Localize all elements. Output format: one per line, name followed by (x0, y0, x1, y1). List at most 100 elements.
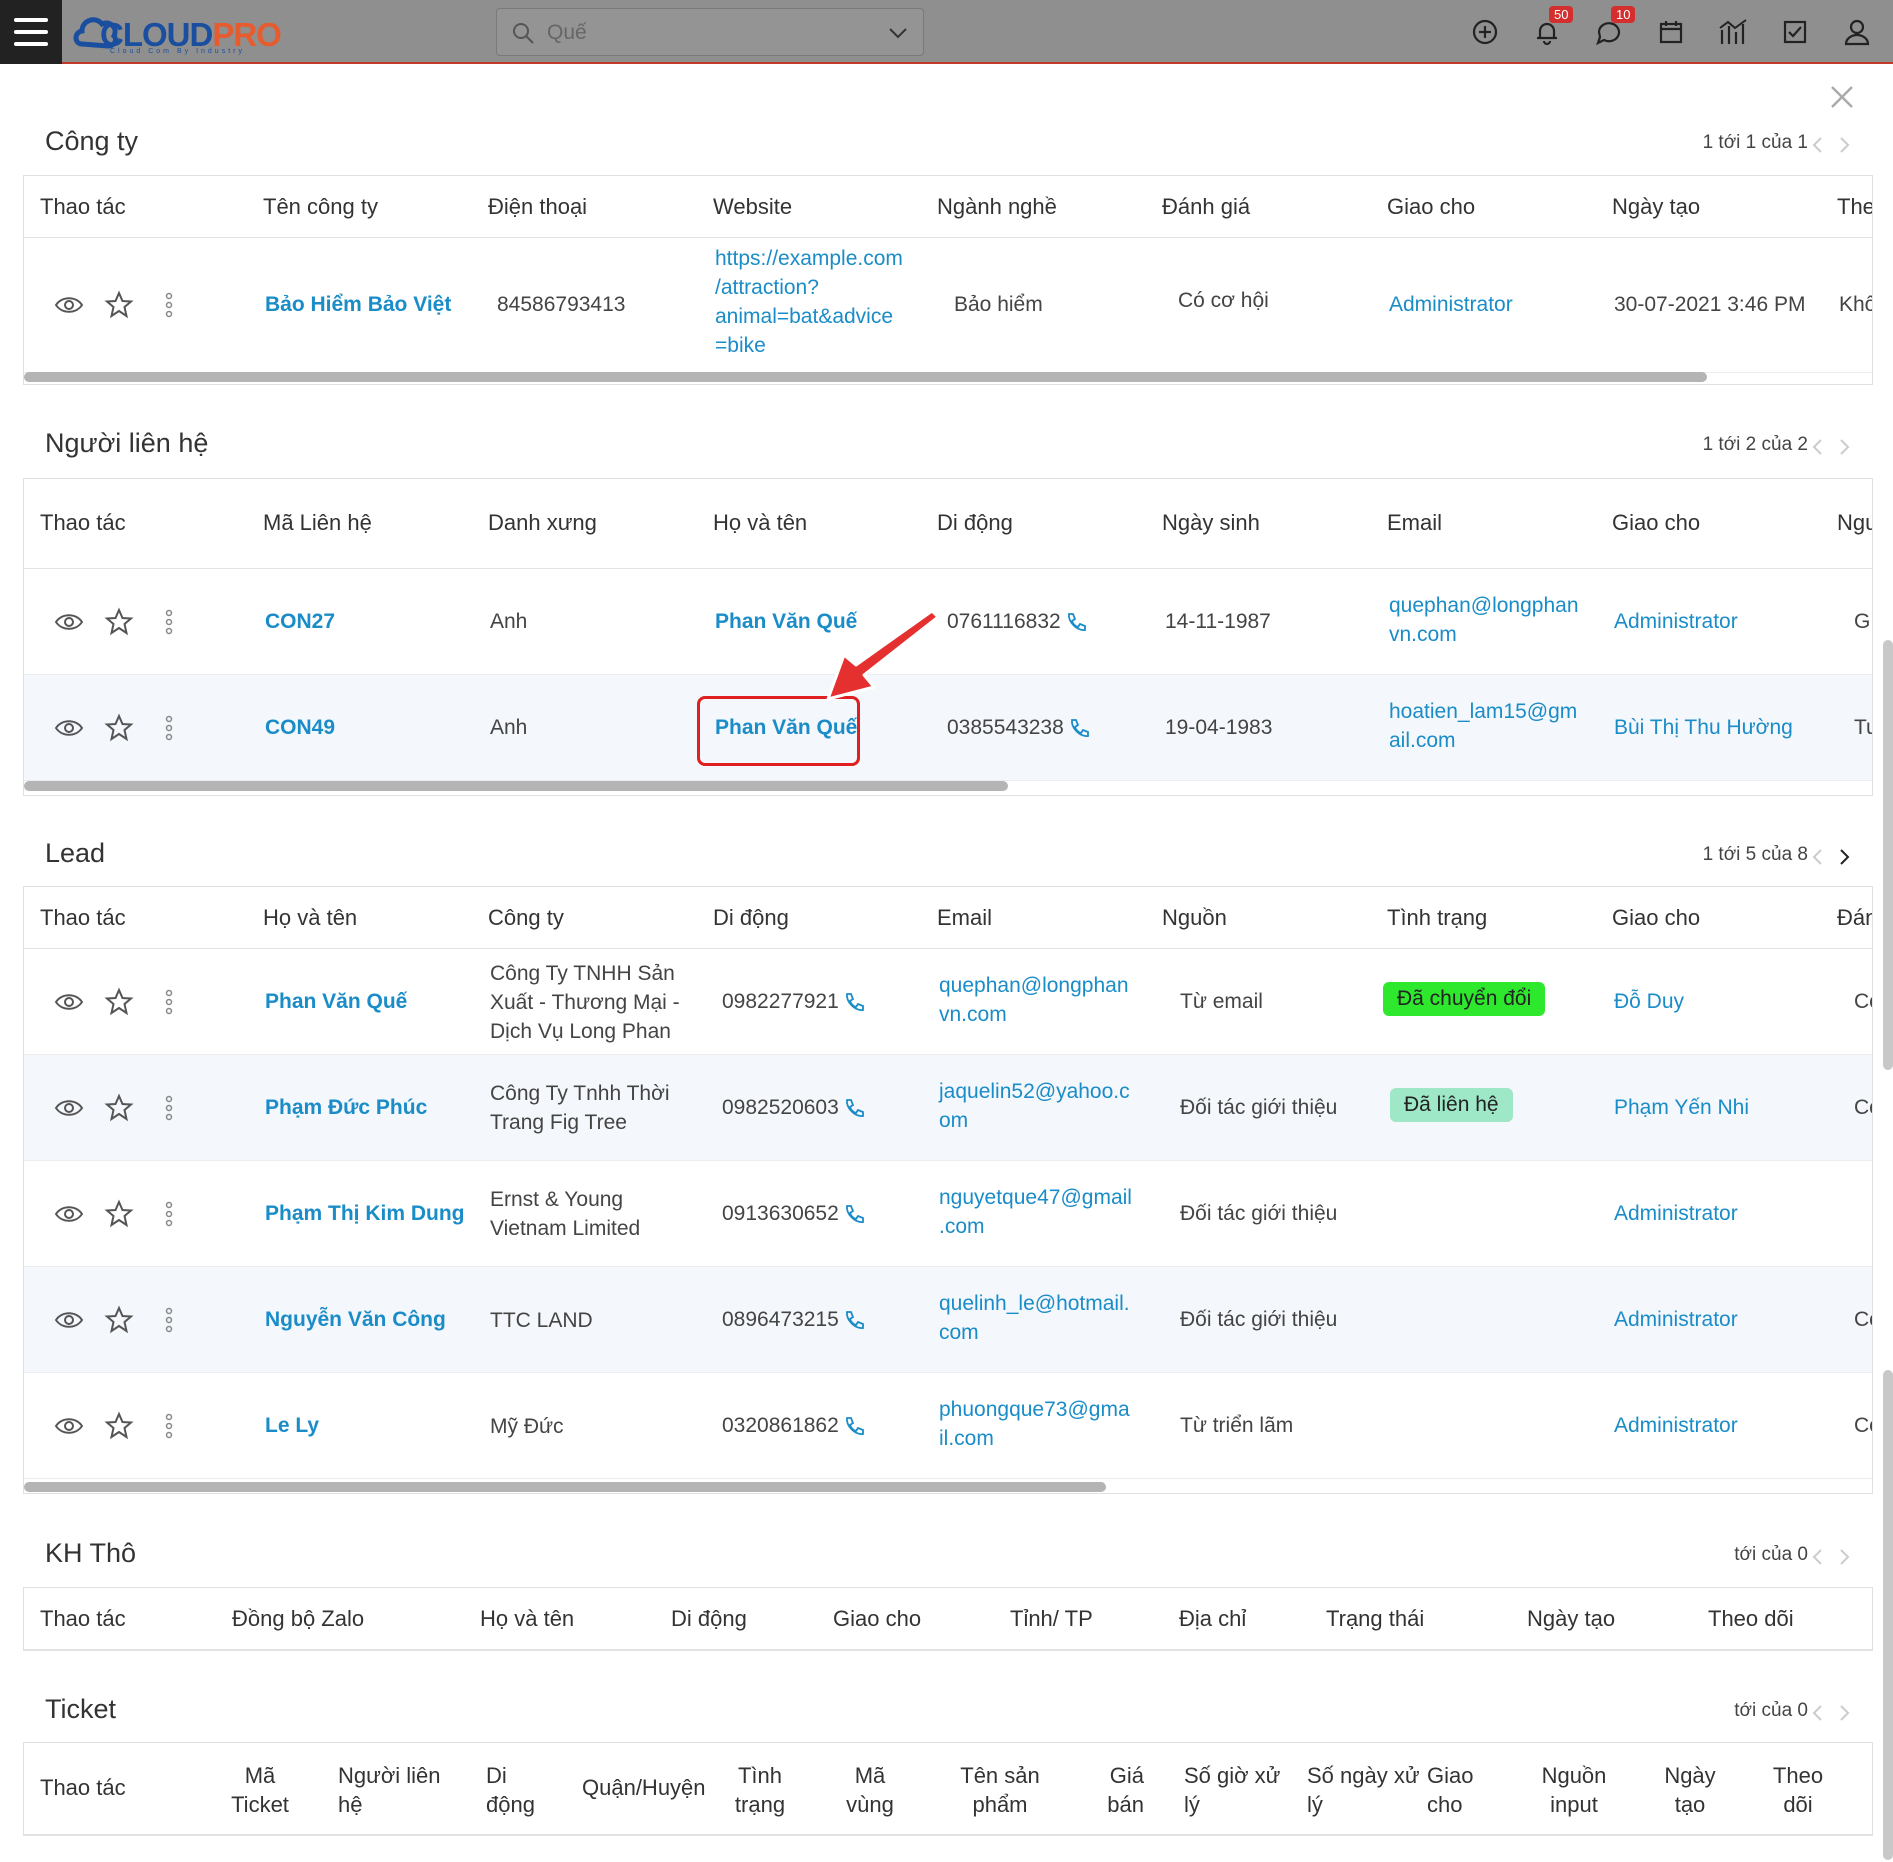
assigned-user-link[interactable]: Administrator (1389, 290, 1513, 319)
star-icon[interactable] (104, 1411, 134, 1441)
eye-icon[interactable] (54, 987, 84, 1017)
eye-icon[interactable] (54, 607, 84, 637)
bell-icon[interactable]: 50 (1527, 6, 1574, 52)
contact-email-link[interactable]: hoatien_lam15@gm ail.com (1389, 697, 1577, 755)
col-header[interactable]: Theo dõi (1708, 1606, 1794, 1632)
assigned-user-link[interactable]: Administrator (1614, 1305, 1738, 1334)
col-header[interactable]: Địa chỉ (1179, 1606, 1246, 1632)
col-header[interactable]: Họ và tên (713, 510, 807, 536)
lead-email-link[interactable]: nguyetque47@gmail .com (939, 1183, 1132, 1241)
col-header[interactable]: Di động (671, 1606, 747, 1632)
lead-email-link[interactable]: phuongque73@gma il.com (939, 1395, 1130, 1453)
more-vertical-icon[interactable] (154, 1411, 184, 1441)
assigned-user-link[interactable]: Phạm Yến Nhi (1614, 1093, 1749, 1122)
user-icon[interactable] (1837, 12, 1877, 52)
col-header[interactable]: Đồng bộ Zalo (232, 1606, 364, 1632)
col-header[interactable]: Tên sản phẩm (945, 1761, 1055, 1819)
vertical-scrollbar[interactable] (1883, 640, 1893, 1070)
pager-arrows-leads[interactable] (1809, 846, 1853, 868)
col-header[interactable]: Người liên hệ (338, 1761, 448, 1819)
col-header[interactable]: Nguồn input (1534, 1761, 1614, 1819)
col-header[interactable]: Giao cho (1612, 905, 1700, 931)
assigned-user-link[interactable]: Administrator (1614, 1199, 1738, 1228)
eye-icon[interactable] (54, 713, 84, 743)
more-vertical-icon[interactable] (154, 1199, 184, 1229)
assigned-user-link[interactable]: Administrator (1614, 607, 1738, 636)
horizontal-scrollbar[interactable] (24, 781, 1008, 791)
global-search[interactable]: Quế (496, 8, 924, 56)
col-header[interactable]: Tình trạng (1387, 905, 1487, 931)
lead-email-link[interactable]: quephan@longphan vn.com (939, 971, 1129, 1029)
col-header[interactable]: Số ngày xử lý (1307, 1761, 1427, 1819)
lead-name-link[interactable]: Le Ly (265, 1411, 319, 1440)
pager-arrows-company[interactable] (1809, 134, 1853, 156)
pager-arrows-contacts[interactable] (1809, 436, 1853, 458)
more-vertical-icon[interactable] (154, 1305, 184, 1335)
col-header[interactable]: Tình trạng (728, 1761, 792, 1819)
lead-email-link[interactable]: quelinh_le@hotmail. com (939, 1289, 1130, 1347)
eye-icon[interactable] (54, 1199, 84, 1229)
phone-icon[interactable] (843, 1415, 865, 1437)
chart-icon[interactable] (1713, 12, 1753, 52)
phone-icon[interactable] (1065, 611, 1087, 633)
col-header[interactable]: Theo dõi (1764, 1761, 1832, 1819)
col-header[interactable]: Ngày tạo (1660, 1761, 1720, 1819)
col-header[interactable]: Ngày sinh (1162, 510, 1260, 536)
phone-icon[interactable] (1068, 717, 1090, 739)
col-header[interactable]: Mã Liên hệ (263, 510, 372, 536)
star-icon[interactable] (104, 713, 134, 743)
lead-name-link[interactable]: Phạm Thị Kim Dung (265, 1199, 465, 1228)
eye-icon[interactable] (54, 1411, 84, 1441)
phone-icon[interactable] (843, 1309, 865, 1331)
col-header[interactable]: Trạng thái (1326, 1606, 1424, 1632)
col-header[interactable]: Ngư (1837, 510, 1872, 536)
col-header[interactable]: Di động (713, 905, 789, 931)
assigned-user-link[interactable]: Bùi Thị Thu Hường (1614, 713, 1793, 742)
contact-email-link[interactable]: quephan@longphan vn.com (1389, 591, 1579, 649)
phone-icon[interactable] (843, 1203, 865, 1225)
col-header[interactable]: Quận/Huyện (582, 1775, 706, 1801)
col-header[interactable]: Họ và tên (480, 1606, 574, 1632)
col-header[interactable]: Đánh giá (1162, 194, 1250, 220)
col-header[interactable]: Điện thoại (488, 194, 587, 220)
col-header[interactable]: Công ty (488, 905, 564, 931)
lead-name-link[interactable]: Nguyễn Văn Công (265, 1305, 446, 1334)
lead-email-link[interactable]: jaquelin52@yahoo.c om (939, 1077, 1130, 1135)
col-header[interactable]: Tỉnh/ TP (1010, 1606, 1093, 1632)
col-header[interactable]: Ngành nghề (937, 194, 1057, 220)
star-icon[interactable] (104, 1305, 134, 1335)
chevron-down-icon[interactable] (887, 23, 909, 43)
col-header[interactable]: Di động (937, 510, 1013, 536)
col-header[interactable]: The (1837, 194, 1872, 220)
col-header[interactable]: Giá bán (1084, 1761, 1144, 1819)
pager-arrows-tickets[interactable] (1809, 1702, 1853, 1724)
close-icon[interactable] (1829, 84, 1855, 110)
col-header[interactable]: Giao cho (1427, 1761, 1487, 1819)
col-header[interactable]: Mã Ticket (220, 1761, 300, 1819)
plus-circle-icon[interactable] (1465, 12, 1505, 52)
logo[interactable]: CLOUDPRO Cloud Com By Industry (72, 6, 297, 56)
phone-icon[interactable] (843, 1097, 865, 1119)
contact-code-link[interactable]: CON27 (265, 607, 335, 636)
lead-name-link[interactable]: Phan Văn Quế (265, 987, 407, 1016)
more-vertical-icon[interactable] (154, 607, 184, 637)
eye-icon[interactable] (54, 1093, 84, 1123)
col-header[interactable]: Giao cho (833, 1606, 921, 1632)
vertical-scrollbar[interactable] (1883, 1370, 1893, 1860)
more-vertical-icon[interactable] (154, 713, 184, 743)
more-vertical-icon[interactable] (154, 1093, 184, 1123)
col-header[interactable]: Website (713, 194, 792, 220)
pager-arrows-raw-customers[interactable] (1809, 1546, 1853, 1568)
col-header[interactable]: Email (937, 905, 992, 931)
checkbox-icon[interactable] (1775, 12, 1815, 52)
assigned-user-link[interactable]: Administrator (1614, 1411, 1738, 1440)
star-icon[interactable] (104, 290, 134, 320)
col-header[interactable]: Số giờ xử lý (1184, 1761, 1294, 1819)
col-header[interactable]: Danh xưng (488, 510, 597, 536)
horizontal-scrollbar[interactable] (24, 372, 1707, 382)
star-icon[interactable] (104, 1199, 134, 1229)
col-header[interactable]: Giao cho (1612, 510, 1700, 536)
search-input[interactable]: Quế (547, 21, 587, 45)
col-header[interactable]: Nguồn (1162, 905, 1227, 931)
calendar-icon[interactable] (1651, 12, 1691, 52)
